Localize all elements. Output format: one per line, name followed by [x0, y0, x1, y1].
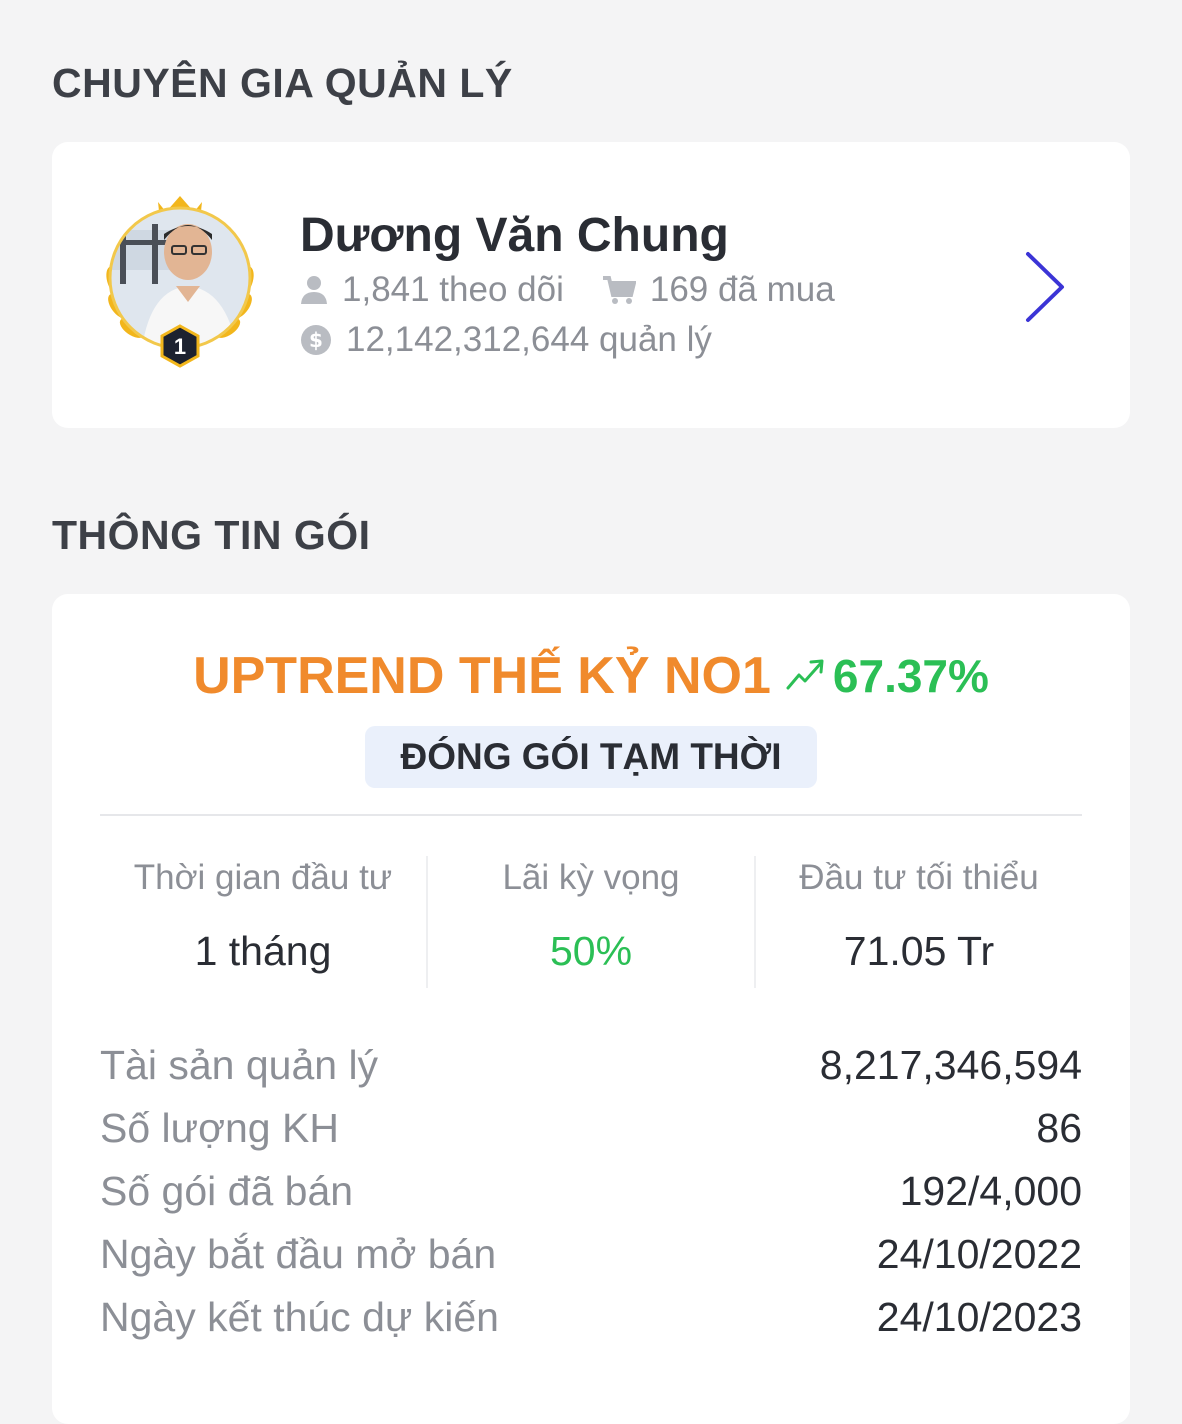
metric-value: 71.05 Tr — [843, 928, 995, 974]
detail-label: Tài sản quản lý — [100, 1042, 379, 1088]
divider — [100, 814, 1082, 816]
package-metrics: Thời gian đầu tư 1 tháng Lãi kỳ vọng 50%… — [100, 856, 1082, 988]
package-name: UPTREND THẾ KỶ NO1 — [193, 647, 771, 705]
chevron-right-icon[interactable] — [1024, 250, 1068, 324]
metric-value: 50% — [549, 928, 633, 974]
dollar-coin-icon: $ — [300, 324, 332, 356]
metric-investment-period: Thời gian đầu tư 1 tháng — [100, 856, 426, 988]
metric-label: Lãi kỳ vọng — [502, 858, 680, 897]
detail-row-sale-start: Ngày bắt đầu mở bán 24/10/2022 — [100, 1223, 1082, 1286]
package-details: Tài sản quản lý 8,217,346,594 Số lượng K… — [100, 1034, 1082, 1349]
detail-value: 192/4,000 — [899, 1168, 1082, 1214]
cart-icon — [602, 275, 636, 305]
svg-text:1: 1 — [174, 334, 186, 359]
rank-badge: 1 — [160, 324, 200, 368]
expert-name[interactable]: Dương Văn Chung — [300, 208, 729, 263]
detail-row-expected-end: Ngày kết thúc dự kiến 24/10/2023 — [100, 1286, 1082, 1349]
detail-value: 8,217,346,594 — [819, 1042, 1082, 1088]
expert-avatar[interactable]: 1 — [100, 190, 260, 370]
metric-label: Đầu tư tối thiểu — [799, 858, 1039, 897]
package-return: 67.37% — [832, 650, 989, 702]
detail-label: Số gói đã bán — [100, 1168, 354, 1214]
metric-min-investment: Đầu tư tối thiểu 71.05 Tr — [754, 856, 1082, 988]
expert-managed-row: $ 12,142,312,644 quản lý — [300, 320, 712, 360]
detail-label: Ngày bắt đầu mở bán — [100, 1231, 497, 1277]
metric-expected-return: Lãi kỳ vọng 50% — [426, 856, 754, 988]
followers-count: 1,841 theo dõi — [342, 270, 564, 309]
expert-stats-row: 1,841 theo dõi 169 đã mua — [300, 270, 835, 310]
detail-label: Ngày kết thúc dự kiến — [100, 1294, 499, 1340]
user-icon — [300, 275, 328, 305]
trend-up-icon — [785, 657, 827, 696]
detail-value: 24/10/2023 — [876, 1294, 1082, 1340]
detail-value: 86 — [1036, 1105, 1082, 1151]
detail-row-customers: Số lượng KH 86 — [100, 1097, 1082, 1160]
expert-section-title: CHUYÊN GIA QUẢN LÝ — [52, 60, 513, 106]
detail-row-managed-assets: Tài sản quản lý 8,217,346,594 — [100, 1034, 1082, 1097]
detail-label: Số lượng KH — [100, 1105, 339, 1151]
package-card: UPTREND THẾ KỶ NO1 67.37% ĐÓNG GÓI TẠM TH… — [52, 594, 1130, 1424]
metric-label: Thời gian đầu tư — [133, 858, 393, 897]
expert-card[interactable]: 1 Dương Văn Chung 1,841 theo dõi 169 đã … — [52, 142, 1130, 428]
detail-value: 24/10/2022 — [876, 1231, 1082, 1277]
status-badge: ĐÓNG GÓI TẠM THỜI — [365, 726, 817, 788]
package-header: UPTREND THẾ KỶ NO1 67.37% — [52, 646, 1130, 706]
svg-text:$: $ — [309, 328, 323, 352]
metric-value: 1 tháng — [194, 928, 332, 974]
purchases-count: 169 đã mua — [649, 270, 835, 309]
managed-amount: 12,142,312,644 quản lý — [346, 320, 712, 359]
detail-row-packages-sold: Số gói đã bán 192/4,000 — [100, 1160, 1082, 1223]
package-section-title: THÔNG TIN GÓI — [52, 512, 371, 558]
